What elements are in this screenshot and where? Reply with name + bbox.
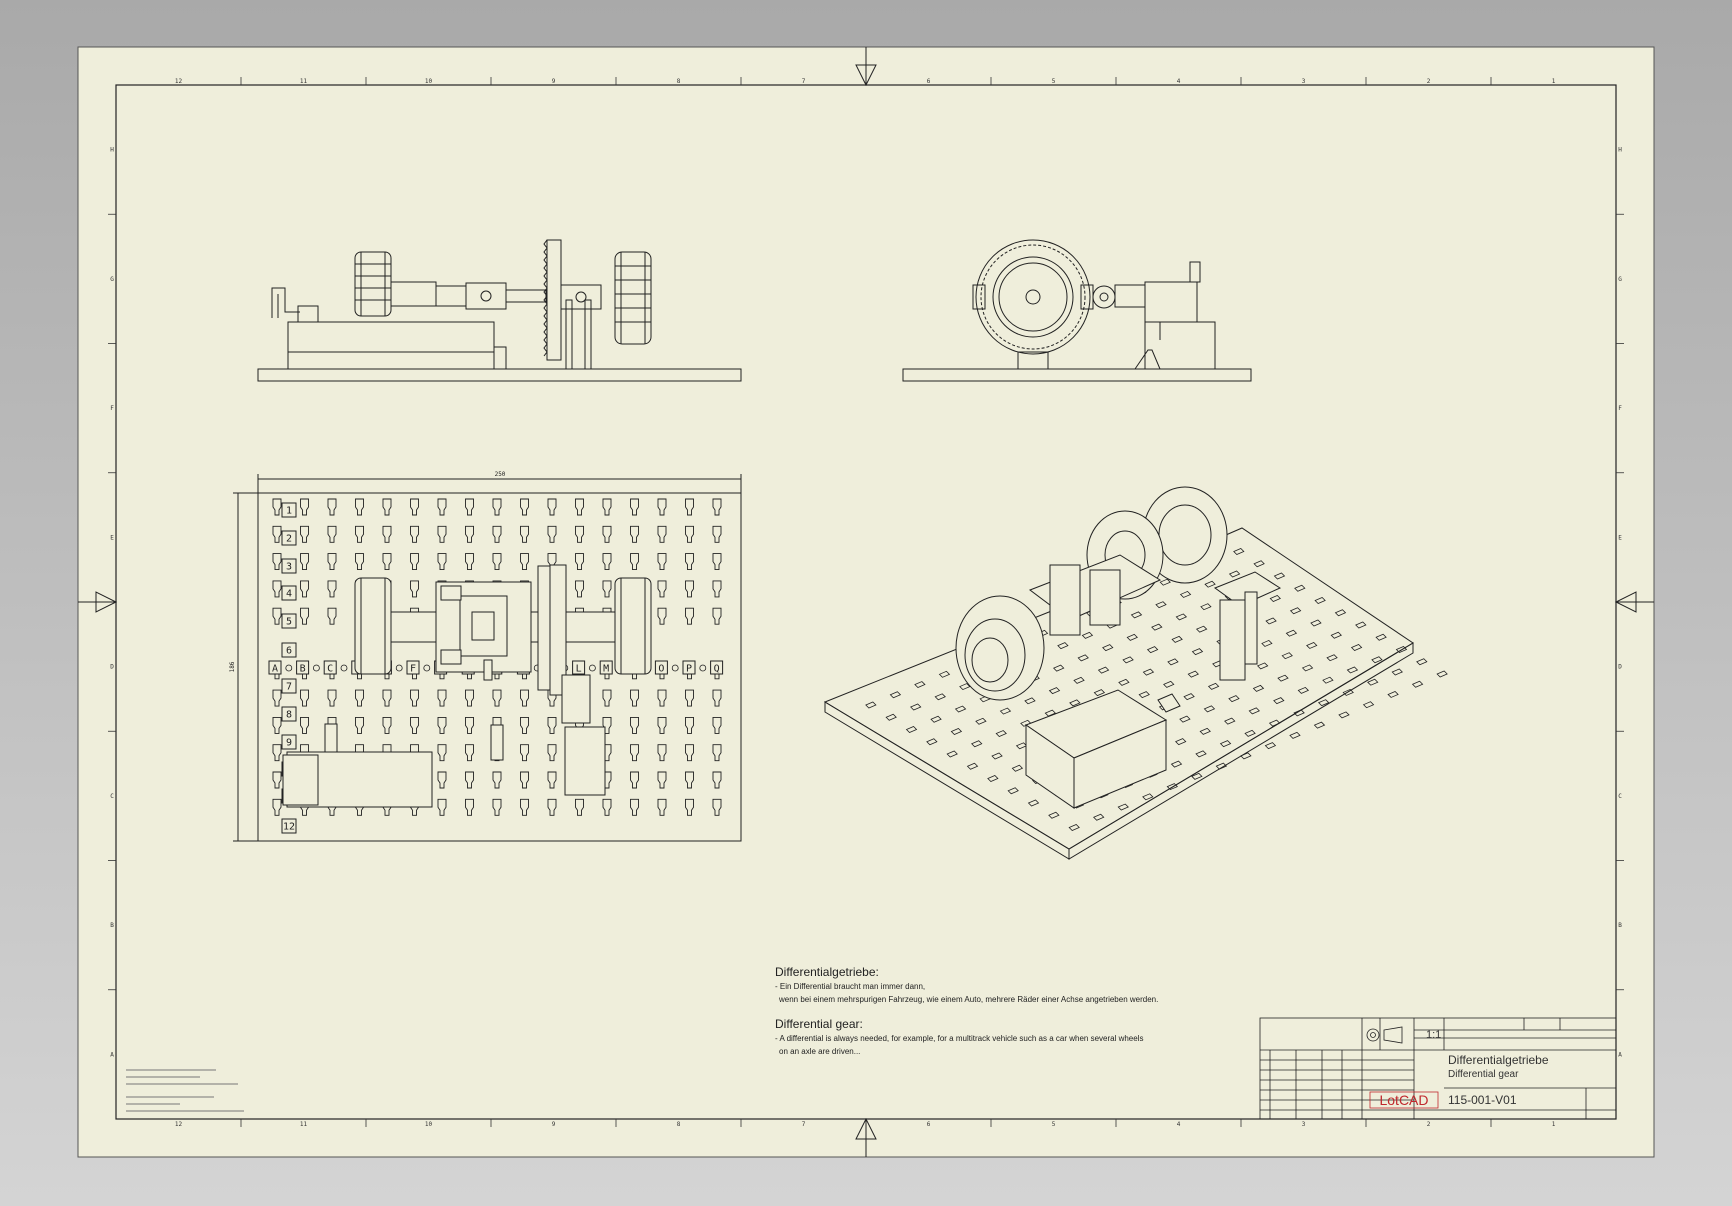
zone-letter: C: [110, 793, 114, 800]
zone-number: 9: [552, 78, 556, 85]
drawing-sheet: 121211111010998877665544332211H HG GF FE ED D…: [77, 46, 1655, 1158]
col-label: Q: [714, 664, 720, 675]
width-dimension: 250: [495, 471, 506, 478]
zone-number: 10: [425, 78, 433, 85]
zone-number: 10: [425, 1121, 433, 1128]
zone-number: 12: [175, 1121, 183, 1128]
zone-letter: E: [1618, 534, 1622, 541]
zone-letter: H: [1618, 147, 1622, 154]
zone-letter: E: [110, 534, 114, 541]
zone-number: 4: [1177, 78, 1181, 85]
row-label: 3: [286, 562, 292, 573]
row-label: 1: [286, 506, 292, 517]
zone-letter: F: [110, 405, 114, 412]
company-name: LotCAD: [1379, 1092, 1428, 1108]
zone-number: 6: [927, 1121, 931, 1128]
note-de-title: Differentialgetriebe:: [775, 965, 879, 979]
zone-letter: D: [1618, 664, 1622, 671]
note-en-title: Differential gear:: [775, 1017, 863, 1031]
title-en: Differential gear: [1448, 1069, 1519, 1080]
row-label: 7: [286, 682, 292, 693]
row-label: 6: [286, 646, 292, 657]
note-de-line2: wenn bei einem mehrspurigen Fahrzeug, wi…: [779, 995, 1159, 1004]
zone-number: 5: [1052, 78, 1056, 85]
row-label: 12: [283, 822, 295, 833]
col-label: O: [658, 664, 664, 675]
zone-number: 3: [1302, 1121, 1306, 1128]
col-label: P: [686, 664, 692, 675]
zone-letter: G: [110, 276, 114, 283]
zone-letter: A: [110, 1051, 114, 1058]
zone-letter: F: [1618, 405, 1622, 412]
zone-number: 7: [802, 1121, 806, 1128]
note-de-line1: - Ein Differential braucht man immer dan…: [775, 982, 926, 991]
zone-number: 5: [1052, 1121, 1056, 1128]
col-label: L: [576, 664, 582, 675]
drawing-number: 115-001-V01: [1448, 1093, 1517, 1107]
zone-letter: B: [1618, 922, 1622, 929]
row-label: 8: [286, 710, 292, 721]
zone-letter: G: [1618, 276, 1622, 283]
company-logo: LotCAD: [1369, 1091, 1439, 1109]
title-de: Differentialgetriebe: [1448, 1053, 1549, 1067]
note-en-line2: on an axle are driven...: [779, 1047, 861, 1056]
col-label: M: [603, 664, 609, 675]
zone-number: 3: [1302, 78, 1306, 85]
col-label: B: [300, 664, 306, 675]
note-en-line1: - A differential is always needed, for e…: [775, 1034, 1144, 1043]
col-label: C: [327, 664, 333, 675]
height-dimension: 186: [229, 661, 236, 672]
zone-number: 8: [677, 1121, 681, 1128]
zone-letter: B: [110, 922, 114, 929]
zone-letter: H: [110, 147, 114, 154]
zone-number: 11: [300, 78, 308, 85]
zone-number: 2: [1427, 78, 1431, 85]
row-label: 5: [286, 617, 292, 628]
zone-letter: C: [1618, 793, 1622, 800]
zone-letter: A: [1618, 1051, 1622, 1058]
col-label: A: [272, 664, 278, 675]
zone-number: 9: [552, 1121, 556, 1128]
zone-number: 2: [1427, 1121, 1431, 1128]
zone-number: 1: [1552, 78, 1556, 85]
title-block-scale: 1:1: [1426, 1029, 1441, 1041]
row-label: 9: [286, 738, 292, 749]
zone-number: 7: [802, 78, 806, 85]
col-label: F: [410, 664, 416, 675]
row-label: 2: [286, 534, 292, 545]
zone-number: 1: [1552, 1121, 1556, 1128]
zone-number: 6: [927, 78, 931, 85]
row-label: 4: [286, 589, 292, 600]
zone-number: 11: [300, 1121, 308, 1128]
zone-number: 8: [677, 78, 681, 85]
zone-letter: D: [110, 664, 114, 671]
zone-number: 4: [1177, 1121, 1181, 1128]
zone-number: 12: [175, 78, 183, 85]
